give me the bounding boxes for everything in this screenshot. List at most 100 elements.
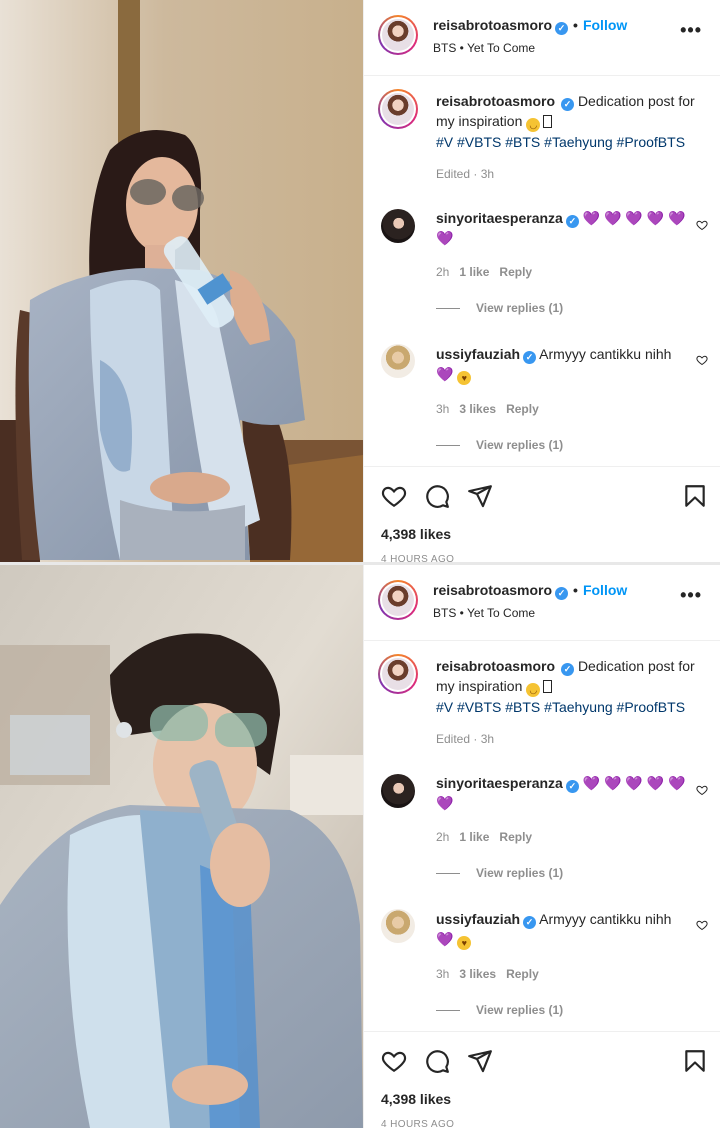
comment-username[interactable]: sinyoritaesperanza (436, 210, 563, 226)
verified-badge-icon: ✓ (555, 587, 569, 600)
commenter-avatar[interactable] (381, 209, 415, 243)
header-divider (364, 75, 720, 76)
comment-meta: 3h 3 likes Reply (436, 399, 686, 419)
missing-glyph-icon (543, 680, 553, 693)
commenter-avatar[interactable] (381, 909, 415, 943)
comment-2: ussiyfauziah ✓ Armyyy cantikku nihh 💜 ♥ 3… (436, 344, 686, 455)
author-avatar[interactable] (378, 580, 418, 620)
photo-illustration (0, 0, 363, 563)
post-location[interactable]: BTS • Yet To Come (433, 41, 535, 55)
separator-dot: • (573, 582, 578, 598)
comment-meta: 2h 1 like Reply (436, 262, 686, 282)
caption-username[interactable]: reisabrotoasmoro (436, 658, 555, 674)
commenter-avatar[interactable] (381, 344, 415, 378)
view-replies[interactable]: View replies (1) (436, 1000, 686, 1020)
comment-time: 3h (436, 967, 450, 981)
comment-like-heart-icon[interactable] (696, 354, 708, 366)
verified-badge-icon: ✓ (565, 215, 579, 228)
caption-hashtags[interactable]: #V #VBTS #BTS #Taehyung #ProofBTS (436, 134, 685, 150)
comment-icon[interactable] (424, 483, 450, 509)
reply-button[interactable]: Reply (499, 830, 532, 844)
post-time-ago: 4 HOURS AGO (381, 1119, 455, 1128)
comment-username[interactable]: ussiyfauziah (436, 911, 520, 927)
view-replies[interactable]: View replies (1) (436, 298, 686, 318)
comment-username[interactable]: ussiyfauziah (436, 346, 520, 362)
follow-button[interactable]: Follow (583, 17, 627, 33)
caption-avatar[interactable] (378, 654, 418, 694)
heart-eyes-emoji-icon: ♥ (457, 371, 472, 385)
view-replies-label[interactable]: View replies (1) (476, 866, 563, 880)
verified-badge-icon: ✓ (565, 780, 579, 793)
post-side-panel: reisabrotoasmoro ✓ • Follow BTS • Yet To Co… (363, 0, 720, 563)
verified-badge-icon: ✓ (561, 663, 575, 676)
separator-dot: • (573, 17, 578, 33)
caption-hashtags[interactable]: #V #VBTS #BTS #Taehyung #ProofBTS (436, 699, 685, 715)
post-photo-man-singing[interactable] (0, 565, 363, 1128)
comment-meta: 2h 1 like Reply (436, 827, 686, 847)
post-caption: reisabrotoasmoro ✓ Dedication post for my… (436, 91, 706, 184)
comment-likes[interactable]: 3 likes (459, 967, 496, 981)
author-username[interactable]: reisabrotoasmoro (433, 17, 552, 33)
share-icon[interactable] (467, 1048, 493, 1074)
instagram-post-2: reisabrotoasmoro ✓ • Follow BTS • Yet To Co… (0, 565, 720, 1128)
more-options-button[interactable]: ••• (680, 586, 702, 604)
view-replies[interactable]: View replies (1) (436, 435, 686, 455)
bookmark-icon[interactable] (682, 1048, 708, 1074)
author-avatar[interactable] (378, 15, 418, 55)
view-replies-line (436, 308, 460, 310)
follow-button[interactable]: Follow (583, 582, 627, 598)
actions-divider (364, 466, 720, 467)
view-replies-label[interactable]: View replies (1) (476, 438, 563, 452)
caption-username[interactable]: reisabrotoasmoro (436, 93, 555, 109)
heart-icon[interactable] (381, 483, 407, 509)
comment-icon[interactable] (424, 1048, 450, 1074)
verified-badge-icon: ✓ (555, 22, 569, 35)
photo-illustration (0, 565, 363, 1128)
caption-edited: Edited · 3h (436, 167, 495, 181)
more-options-button[interactable]: ••• (680, 21, 702, 39)
verified-badge-icon: ✓ (523, 351, 537, 364)
actions-divider (364, 1031, 720, 1032)
comment-likes[interactable]: 3 likes (459, 402, 496, 416)
post-location[interactable]: BTS • Yet To Come (433, 606, 535, 620)
comment-2: ussiyfauziah ✓ Armyyy cantikku nihh 💜 ♥ 3… (436, 909, 686, 1020)
grin-emoji-icon: ◡ (526, 118, 541, 132)
caption-avatar[interactable] (378, 89, 418, 129)
heart-eyes-emoji-icon: ♥ (457, 936, 472, 950)
comment-time: 2h (436, 265, 450, 279)
comment-username[interactable]: sinyoritaesperanza (436, 775, 563, 791)
view-replies-label[interactable]: View replies (1) (476, 1003, 563, 1017)
view-replies-line (436, 873, 460, 875)
comment-like-heart-icon[interactable] (696, 784, 708, 796)
missing-glyph-icon (543, 115, 553, 128)
view-replies-line (436, 1010, 460, 1012)
post-side-panel: reisabrotoasmoro ✓ • Follow BTS • Yet To Co… (363, 565, 720, 1128)
commenter-avatar[interactable] (381, 774, 415, 808)
heart-icon[interactable] (381, 1048, 407, 1074)
comment-likes[interactable]: 1 like (459, 265, 489, 279)
instagram-post-1: reisabrotoasmoro ✓ • Follow BTS • Yet To Co… (0, 0, 720, 563)
reply-button[interactable]: Reply (506, 967, 539, 981)
comment-likes[interactable]: 1 like (459, 830, 489, 844)
verified-badge-icon: ✓ (561, 98, 575, 111)
reply-button[interactable]: Reply (499, 265, 532, 279)
post-caption: reisabrotoasmoro ✓ Dedication post for my… (436, 656, 706, 749)
reply-button[interactable]: Reply (506, 402, 539, 416)
likes-count[interactable]: 4,398 likes (381, 1091, 451, 1107)
grin-emoji-icon: ◡ (526, 683, 541, 697)
comment-like-heart-icon[interactable] (696, 219, 708, 231)
comment-time: 2h (436, 830, 450, 844)
share-icon[interactable] (467, 483, 493, 509)
author-username[interactable]: reisabrotoasmoro (433, 582, 552, 598)
comment-1: sinyoritaesperanza ✓ 💜 💜 💜 💜 💜 💜 2h 1 lik… (436, 208, 686, 318)
view-replies-label[interactable]: View replies (1) (476, 301, 563, 315)
comment-like-heart-icon[interactable] (696, 919, 708, 931)
bookmark-icon[interactable] (682, 483, 708, 509)
view-replies[interactable]: View replies (1) (436, 863, 686, 883)
view-replies-line (436, 445, 460, 447)
verified-badge-icon: ✓ (523, 916, 537, 929)
comment-1: sinyoritaesperanza ✓ 💜 💜 💜 💜 💜 💜 2h 1 lik… (436, 773, 686, 883)
likes-count[interactable]: 4,398 likes (381, 526, 451, 542)
post-photo-woman-drinking-water[interactable] (0, 0, 363, 563)
caption-edited: Edited · 3h (436, 732, 495, 746)
